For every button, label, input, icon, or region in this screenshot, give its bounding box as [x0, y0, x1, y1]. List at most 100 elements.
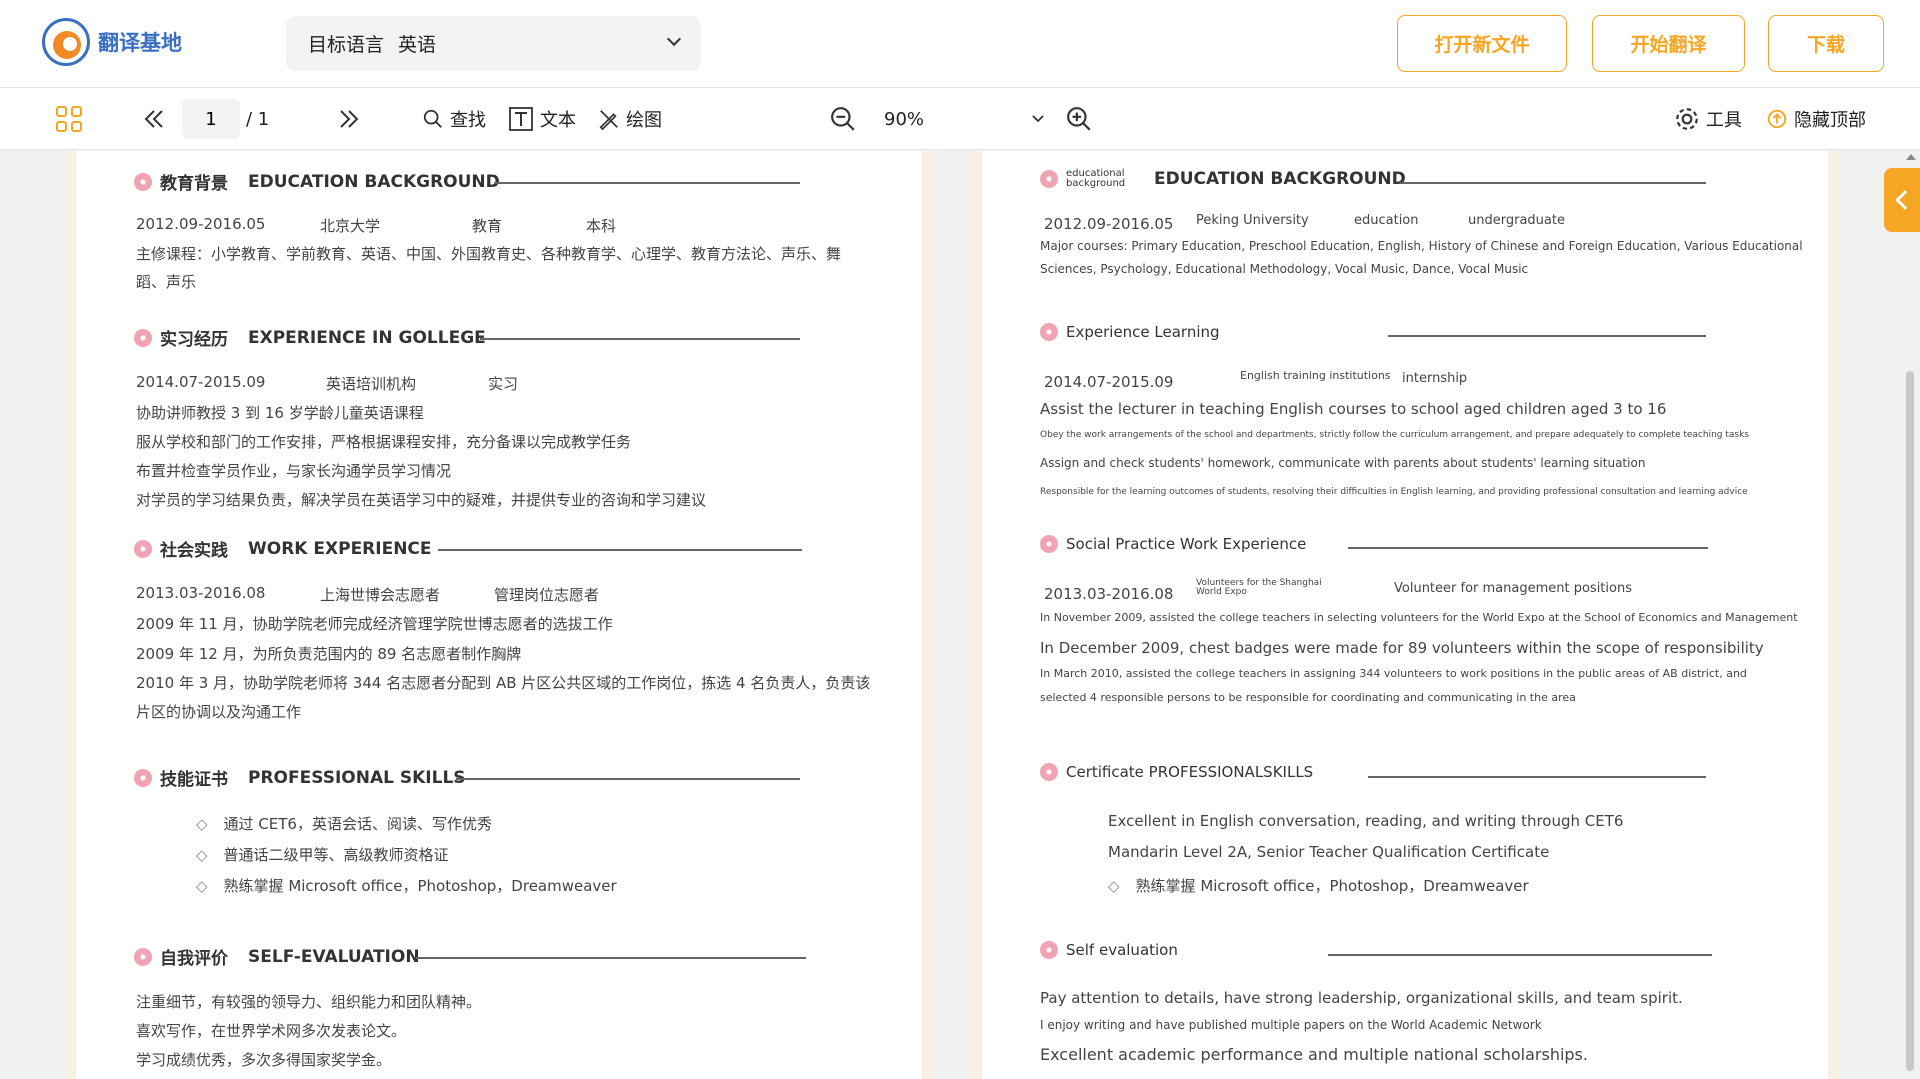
flower-bullet-icon [1040, 323, 1058, 341]
flower-bullet-icon [1040, 941, 1058, 959]
section-title: Certificate PROFESSIONALSKILLS [1066, 763, 1314, 781]
zoom-value: 90% [884, 108, 925, 130]
section-title-en: PROFESSIONAL SKILLS [248, 767, 466, 788]
section-divider [480, 338, 800, 340]
section-heading: 社会实践 WORK EXPERIENCE [134, 536, 432, 561]
exp-date: 2014.07-2015.09 [1044, 373, 1174, 391]
section-heading: 技能证书 PROFESSIONAL SKILLS [134, 765, 466, 790]
section-divider [494, 182, 800, 184]
section-heading: 自我评价 SELF-EVALUATION [134, 944, 420, 969]
exp-role: 实习 [488, 375, 519, 393]
section-divider [416, 957, 806, 959]
work-line: In December 2009, chest badges were made… [1040, 639, 1764, 657]
section-heading: 教育背景 EDUCATION BACKGROUND [134, 169, 500, 194]
flower-bullet-icon [134, 947, 152, 966]
work-line: selected 4 responsible persons to be res… [1040, 691, 1576, 704]
section-title-cn: 教育背景 [160, 174, 228, 194]
section-heading: 实习经历 EXPERIENCE IN GOLLEGE [134, 325, 486, 350]
section-divider [1400, 182, 1706, 184]
flower-bullet-icon [1040, 170, 1058, 188]
edu-school: Peking University [1196, 213, 1309, 228]
self-line: 学习成绩优秀，多次多得国家奖学金。 [136, 1051, 392, 1069]
section-title-cn: 社会实践 [160, 541, 228, 561]
work-role: 管理岗位志愿者 [494, 586, 600, 604]
edu-date: 2012.09-2016.05 [1044, 215, 1174, 233]
page-total: / 1 [246, 108, 270, 130]
section-divider [1328, 954, 1712, 956]
scrollbar-thumb[interactable] [1906, 371, 1914, 1071]
exp-org: 英语培训机构 [326, 375, 417, 393]
section-divider [438, 549, 802, 551]
self-line: 喜欢写作，在世界学术网多次发表论文。 [136, 1022, 407, 1040]
first-page-button[interactable] [142, 88, 166, 150]
globe-logo-icon [42, 18, 90, 66]
flower-bullet-icon [134, 328, 152, 347]
zoom-select[interactable]: 90% [884, 88, 1044, 150]
skill-item: Excellent in English conversation, readi… [1108, 812, 1624, 830]
edu-date: 2012.09-2016.05 [136, 215, 266, 233]
skill-item: ◇ 熟练掌握 Microsoft office，Photoshop，Dreamwe… [196, 875, 617, 896]
double-chevron-right-icon [340, 110, 359, 128]
work-line: 2010 年 3 月，协助学院老师将 344 名志愿者分配到 AB 片区公共区域… [136, 674, 871, 692]
exp-line: 对学员的学习结果负责，解决学员在英语学习中的疑难，并提供专业的咨询和学习建议 [136, 491, 707, 509]
tools-button[interactable]: 工具 [1674, 88, 1742, 150]
target-language-value: 英语 [398, 34, 437, 56]
edu-courses: Sciences, Psychology, Educational Method… [1040, 262, 1529, 276]
diamond-bullet-icon: ◇ [196, 815, 208, 833]
edu-school: 北京大学 [320, 217, 381, 235]
hide-top-button[interactable]: 隐藏顶部 [1766, 88, 1866, 150]
hide-top-label: 隐藏顶部 [1794, 110, 1866, 131]
flower-bullet-icon [134, 172, 152, 191]
work-org: Volunteers for the Shanghai World Expo [1196, 578, 1322, 597]
zoom-in-button[interactable] [1066, 88, 1092, 150]
section-title-en: SELF-EVALUATION [248, 946, 420, 967]
download-button[interactable]: 下载 [1768, 15, 1884, 72]
vertical-scrollbar[interactable] [1904, 151, 1916, 1079]
exp-org: English training institutions [1240, 369, 1391, 382]
draw-tool-button[interactable]: 绘图 [598, 88, 662, 150]
skill-text: 熟练掌握 Microsoft office，Photoshop，Dreamwea… [223, 877, 617, 895]
section-small-label: educational background [1066, 168, 1126, 189]
app-logo[interactable]: 翻译基地 [42, 18, 182, 66]
skill-item: ◇ 通过 CET6，英语会话、阅读、写作优秀 [196, 813, 492, 834]
section-divider [1388, 335, 1706, 337]
thumbnails-button[interactable] [56, 88, 82, 150]
section-heading: Self evaluation [1040, 941, 1178, 959]
edu-courses: 主修课程：小学教育、学前教育、英语、中国、外国教育史、各种教育学、心理学、教育方… [136, 245, 842, 263]
double-chevron-left-icon [144, 110, 163, 128]
work-line: 2009 年 12 月，为所负责范围内的 89 名志愿者制作胸牌 [136, 645, 522, 663]
work-line: 2009 年 11 月，协助学院老师完成经济管理学院世博志愿者的选拔工作 [136, 615, 613, 633]
section-title-cn: 实习经历 [160, 330, 228, 350]
skill-item: ◇ 普通话二级甲等、高级教师资格证 [196, 844, 449, 865]
start-translate-button[interactable]: 开始翻译 [1592, 15, 1745, 72]
target-language-label: 目标语言 [308, 34, 385, 56]
diamond-bullet-icon: ◇ [196, 846, 208, 864]
skill-item: ◇ 熟练掌握 Microsoft office，Photoshop，Dreamwe… [1108, 875, 1529, 896]
arrow-up-circle-icon [1767, 109, 1787, 129]
last-page-button[interactable] [337, 88, 361, 150]
work-org: 上海世博会志愿者 [320, 586, 441, 604]
target-language-select[interactable]: 目标语言 英语 [286, 16, 701, 71]
zoom-out-button[interactable] [830, 88, 856, 150]
text-tool-button[interactable]: 文本 [508, 88, 576, 150]
scroll-up-arrow-icon[interactable] [1906, 154, 1916, 160]
exp-line: 协助讲师教授 3 到 16 岁学龄儿童英语课程 [136, 404, 424, 422]
section-heading: Experience Learning [1040, 323, 1220, 341]
edu-degree: undergraduate [1468, 213, 1565, 228]
app-header: 翻译基地 目标语言 英语 打开新文件 开始翻译 下载 [0, 0, 1920, 88]
exp-line: Assign and check students' homework, com… [1040, 456, 1646, 470]
find-button[interactable]: 查找 [422, 88, 486, 150]
edu-field: 教育 [472, 217, 503, 235]
work-line: In March 2010, assisted the college teac… [1040, 667, 1747, 680]
diamond-bullet-icon: ◇ [196, 877, 208, 895]
draw-tool-label: 绘图 [626, 110, 662, 131]
page-number-input[interactable] [182, 99, 240, 139]
work-line: 片区的协调以及沟通工作 [136, 703, 302, 721]
section-title: Self evaluation [1066, 941, 1178, 959]
open-file-button[interactable]: 打开新文件 [1397, 15, 1567, 72]
find-label: 查找 [450, 110, 486, 131]
search-icon [423, 109, 442, 128]
skill-item: Mandarin Level 2A, Senior Teacher Qualif… [1108, 843, 1550, 861]
skill-text: 通过 CET6，英语会话、阅读、写作优秀 [223, 815, 492, 833]
zoom-out-icon [831, 107, 855, 131]
